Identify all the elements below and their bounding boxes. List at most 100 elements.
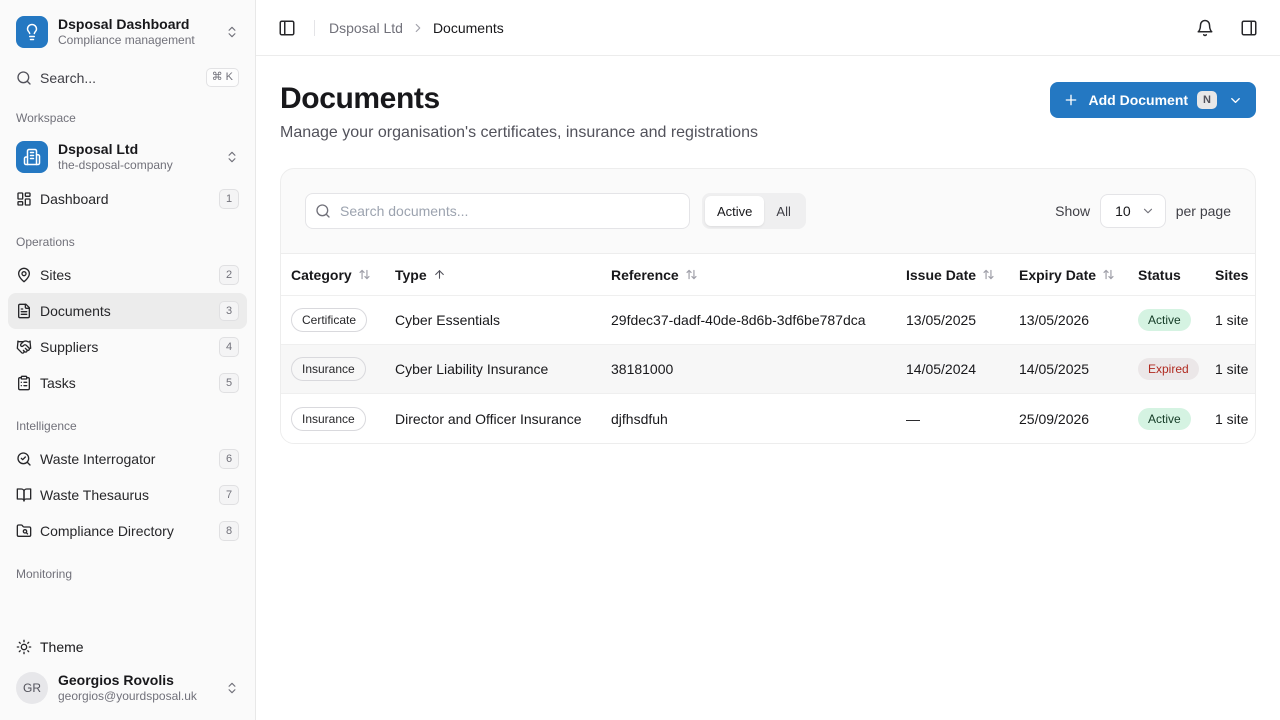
building-icon [16, 141, 48, 173]
issue-date: 13/05/2025 [896, 312, 1009, 328]
search-label: Search... [40, 70, 198, 86]
table-row[interactable]: Certificate Cyber Essentials 29fdec37-da… [281, 296, 1255, 345]
sidebar-toggle-button[interactable] [274, 15, 300, 41]
user-email: georgios@yourdsposal.uk [58, 689, 215, 704]
breadcrumb-current: Documents [433, 20, 504, 36]
expiry-date: 25/09/2026 [1009, 411, 1128, 427]
theme-label: Theme [40, 639, 84, 655]
sidebar-item-label: Waste Thesaurus [40, 487, 211, 503]
status-badge: Expired [1138, 358, 1199, 380]
sidebar-item-label: Tasks [40, 375, 211, 391]
workspace-slug: the-dsposal-company [58, 158, 215, 173]
workspace-switcher[interactable]: Dsposal Ltd the-dsposal-company [8, 133, 247, 181]
column-label: Status [1138, 267, 1181, 283]
status-badge: Active [1138, 309, 1191, 331]
column-label: Expiry Date [1019, 267, 1096, 283]
folder-search-icon [16, 523, 32, 539]
column-header-reference[interactable]: Reference [601, 267, 896, 283]
sidebar-item-activity[interactable]: Activity [8, 589, 247, 599]
app-root: Dsposal Dashboard Compliance management … [0, 0, 1280, 720]
sun-icon [16, 639, 32, 655]
breadcrumb-parent[interactable]: Dsposal Ltd [329, 20, 403, 36]
divider [314, 20, 315, 36]
category-badge: Certificate [291, 308, 367, 332]
documents-table: Category Type Reference Issue Date [281, 253, 1255, 443]
column-label: Issue Date [906, 267, 976, 283]
column-header-expiry-date[interactable]: Expiry Date [1009, 267, 1128, 283]
column-label: Reference [611, 267, 679, 283]
main-area: Dsposal Ltd Documents [256, 0, 1280, 720]
issue-date: — [896, 411, 1009, 427]
topbar: Dsposal Ltd Documents [256, 0, 1280, 56]
category-badge: Insurance [291, 407, 366, 431]
sidebar-item-label: Dashboard [40, 191, 211, 207]
sidebar-item-badge: 7 [219, 485, 239, 505]
sidebar-item-label: Sites [40, 267, 211, 283]
sidebar-item-sites[interactable]: Sites 2 [8, 257, 247, 293]
app-title: Dsposal Dashboard [58, 16, 215, 33]
table-row[interactable]: Insurance Cyber Liability Insurance 3818… [281, 345, 1255, 394]
column-header-issue-date[interactable]: Issue Date [896, 267, 1009, 283]
table-header-row: Category Type Reference Issue Date [281, 254, 1255, 296]
right-panel-toggle-button[interactable] [1236, 15, 1262, 41]
sidebar-item-compliance-directory[interactable]: Compliance Directory 8 [8, 513, 247, 549]
document-type: Director and Officer Insurance [385, 411, 601, 427]
clipped-nav-area: Activity [8, 589, 247, 599]
add-document-button[interactable]: Add Document N [1050, 82, 1256, 118]
category-badge: Insurance [291, 357, 366, 381]
column-header-type[interactable]: Type [385, 267, 601, 283]
sidebar-item-badge: 6 [219, 449, 239, 469]
sidebar: Dsposal Dashboard Compliance management … [0, 0, 256, 720]
user-menu[interactable]: GR Georgios Rovolis georgios@yourdsposal… [8, 664, 247, 712]
sidebar-item-label: Compliance Directory [40, 523, 211, 539]
dashboard-icon [16, 191, 32, 207]
chevrons-up-down-icon [225, 25, 239, 39]
per-page-label: per page [1176, 203, 1231, 219]
global-search-button[interactable]: Search... ⌘ K [8, 62, 247, 93]
column-label: Type [395, 267, 427, 283]
notifications-button[interactable] [1192, 15, 1218, 41]
document-reference: 38181000 [601, 361, 896, 377]
sidebar-item-tasks[interactable]: Tasks 5 [8, 365, 247, 401]
sidebar-nav: Workspace Dsposal Ltd the-dsposal-compan… [8, 93, 247, 630]
sidebar-item-waste-thesaurus[interactable]: Waste Thesaurus 7 [8, 477, 247, 513]
chevron-down-icon [1141, 204, 1155, 218]
chevrons-up-down-icon [225, 150, 239, 164]
sidebar-item-label: Suppliers [40, 339, 211, 355]
sidebar-footer: Theme GR Georgios Rovolis georgios@yourd… [8, 630, 247, 712]
sort-icon [982, 268, 995, 281]
filter-tab-active[interactable]: Active [705, 196, 764, 226]
chevron-right-icon [411, 21, 425, 35]
column-header-category[interactable]: Category [281, 267, 385, 283]
sidebar-item-badge: 3 [219, 301, 239, 321]
app-subtitle: Compliance management [58, 33, 215, 48]
documents-search-input[interactable] [305, 193, 690, 229]
page-size-select[interactable]: 10 [1100, 194, 1166, 228]
sidebar-item-documents[interactable]: Documents 3 [8, 293, 247, 329]
sidebar-item-badge: 8 [219, 521, 239, 541]
document-reference: djfhsdfuh [601, 411, 896, 427]
user-name: Georgios Rovolis [58, 672, 215, 689]
column-header-status: Status [1128, 267, 1205, 283]
sidebar-item-badge: 4 [219, 337, 239, 357]
filter-bar: Active All Show 10 per page [281, 169, 1255, 253]
add-document-shortcut: N [1197, 91, 1217, 109]
filter-tab-all[interactable]: All [764, 196, 802, 226]
plus-icon [1063, 92, 1079, 108]
sidebar-item-waste-interrogator[interactable]: Waste Interrogator 6 [8, 441, 247, 477]
book-open-icon [16, 487, 32, 503]
app-switcher[interactable]: Dsposal Dashboard Compliance management [8, 8, 247, 56]
app-logo [16, 16, 48, 48]
page-size-value: 10 [1115, 203, 1131, 219]
sidebar-item-badge: 1 [219, 189, 239, 209]
theme-toggle[interactable]: Theme [8, 630, 247, 664]
document-reference: 29fdec37-dadf-40de-8d6b-3df6be787dca [601, 312, 896, 328]
search-icon [315, 203, 331, 219]
sidebar-item-badge: 2 [219, 265, 239, 285]
sites-count: 1 site [1205, 312, 1255, 328]
sidebar-item-suppliers[interactable]: Suppliers 4 [8, 329, 247, 365]
sidebar-item-dashboard[interactable]: Dashboard 1 [8, 181, 247, 217]
table-row[interactable]: Insurance Director and Officer Insurance… [281, 394, 1255, 443]
search-check-icon [16, 451, 32, 467]
avatar: GR [16, 672, 48, 704]
